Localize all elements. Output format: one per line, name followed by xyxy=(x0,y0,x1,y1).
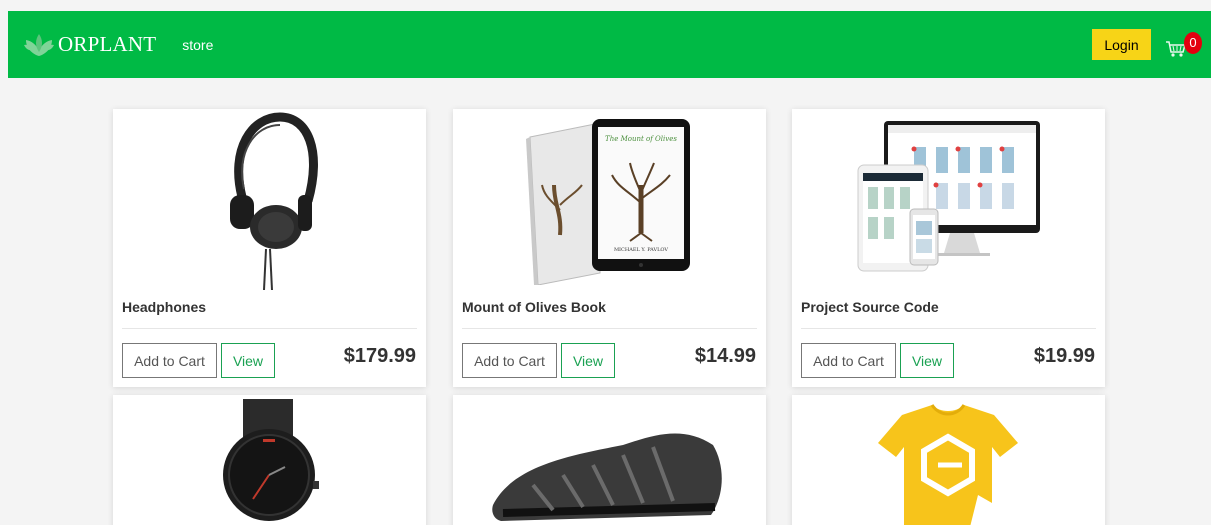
product-card xyxy=(113,395,426,525)
navbar: ORPLANT store Login 0 xyxy=(8,11,1211,78)
tshirt-image[interactable] xyxy=(792,395,1105,525)
product-price: $179.99 xyxy=(343,345,416,367)
divider xyxy=(462,328,757,329)
divider xyxy=(801,328,1096,329)
book-image[interactable]: The Mount of Olives MICHAEL Y. PAVLOV xyxy=(453,109,766,290)
website-mockup-image[interactable] xyxy=(792,109,1105,290)
product-card: The Mount of Olives MICHAEL Y. PAVLOV Mo… xyxy=(453,109,766,387)
login-button[interactable]: Login xyxy=(1092,29,1151,60)
product-price: $14.99 xyxy=(694,345,756,367)
product-card: Headphones Add to Cart View $179.99 xyxy=(113,109,426,387)
watch-image[interactable] xyxy=(113,395,426,525)
leaf-logo-icon xyxy=(24,33,54,56)
product-card xyxy=(453,395,766,525)
divider xyxy=(122,328,417,329)
brand[interactable]: ORPLANT xyxy=(22,32,156,58)
cart-button[interactable]: 0 xyxy=(1165,28,1202,62)
product-card xyxy=(792,395,1105,525)
view-button[interactable]: View xyxy=(221,343,275,378)
cart-count-badge: 0 xyxy=(1184,31,1202,54)
product-card: Project Source Code Add to Cart View $19… xyxy=(792,109,1105,387)
product-price: $19.99 xyxy=(1033,345,1095,367)
book-cover-author: MICHAEL Y. PAVLOV xyxy=(613,247,667,253)
nav-right: Login 0 xyxy=(1092,28,1202,62)
shoe-image[interactable] xyxy=(453,395,766,525)
headphones-image[interactable] xyxy=(113,109,426,290)
book-cover-title: The Mount of Olives xyxy=(605,135,677,143)
nav-link-store[interactable]: store xyxy=(182,37,213,53)
add-to-cart-button[interactable]: Add to Cart xyxy=(122,343,217,378)
add-to-cart-button[interactable]: Add to Cart xyxy=(462,343,557,378)
view-button[interactable]: View xyxy=(900,343,954,378)
add-to-cart-button[interactable]: Add to Cart xyxy=(801,343,896,378)
brand-name: ORPLANT xyxy=(58,32,157,56)
view-button[interactable]: View xyxy=(561,343,615,378)
product-title: Mount of Olives Book xyxy=(462,299,606,315)
product-title: Project Source Code xyxy=(801,299,939,315)
page: ORPLANT store Login 0 Headphones Add to … xyxy=(0,0,1211,525)
product-title: Headphones xyxy=(122,299,207,315)
